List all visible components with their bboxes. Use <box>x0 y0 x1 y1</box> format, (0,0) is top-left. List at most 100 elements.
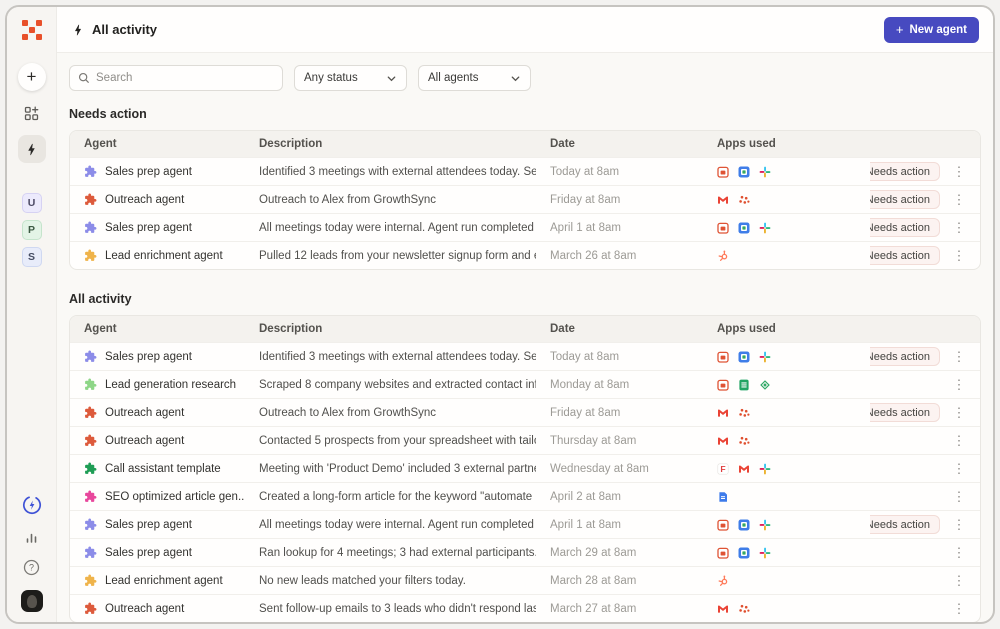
table-row[interactable]: SEO optimized article gen...Created a lo… <box>70 482 980 510</box>
row-menu-icon[interactable]: ⋮ <box>950 191 968 209</box>
table-row[interactable]: Outreach agentSent follow-up emails to 3… <box>70 594 980 622</box>
search-input[interactable] <box>96 72 274 84</box>
table-row[interactable]: Lead generation researchScraped 8 compan… <box>70 370 980 398</box>
activity-bolt-icon <box>71 23 85 37</box>
app-window: + U P S <box>5 5 995 624</box>
run-date: April 1 at 8am <box>536 519 703 531</box>
agent-puzzle-icon <box>84 221 97 234</box>
row-menu-icon[interactable]: ⋮ <box>950 376 968 394</box>
slack-app-icon <box>759 519 771 531</box>
row-menu-icon[interactable]: ⋮ <box>950 488 968 506</box>
usage-chart-icon[interactable] <box>24 530 39 550</box>
column-header: Description <box>245 138 536 150</box>
sidebar-item-s[interactable]: S <box>22 247 42 267</box>
calendar-app-icon <box>717 222 729 234</box>
row-menu-icon[interactable]: ⋮ <box>950 219 968 237</box>
search-box <box>69 65 283 91</box>
row-menu-icon[interactable]: ⋮ <box>950 432 968 450</box>
agent-puzzle-icon <box>84 249 97 262</box>
table-row[interactable]: Outreach agentOutreach to Alex from Grow… <box>70 398 980 426</box>
calendar-app-icon <box>717 519 729 531</box>
agent-puzzle-icon <box>84 193 97 206</box>
apps-used <box>703 547 870 559</box>
row-menu-icon[interactable]: ⋮ <box>950 247 968 265</box>
apps-used <box>703 222 870 234</box>
run-date: Thursday at 8am <box>536 435 703 447</box>
section-title: Needs action <box>69 107 981 121</box>
search-icon <box>78 72 90 84</box>
boost-bolt-icon[interactable] <box>21 494 43 521</box>
docs-app-icon <box>738 166 750 178</box>
run-date: March 28 at 8am <box>536 575 703 587</box>
row-menu-icon[interactable]: ⋮ <box>950 163 968 181</box>
help-icon[interactable]: ? <box>23 559 40 581</box>
user-avatar[interactable] <box>21 590 43 612</box>
row-menu-icon[interactable]: ⋮ <box>950 572 968 590</box>
table-row[interactable]: Sales prep agentIdentified 3 meetings wi… <box>70 342 980 370</box>
run-date: March 29 at 8am <box>536 547 703 559</box>
table-row[interactable]: Sales prep agentRan lookup for 4 meeting… <box>70 538 980 566</box>
table-row[interactable]: Sales prep agentAll meetings today were … <box>70 510 980 538</box>
row-menu-icon[interactable]: ⋮ <box>950 600 968 618</box>
table-row[interactable]: Call assistant templateMeeting with 'Pro… <box>70 454 980 482</box>
dots-app-icon <box>738 407 750 419</box>
run-date: Today at 8am <box>536 351 703 363</box>
status-filter-select[interactable]: Any status <box>294 65 407 91</box>
agent-puzzle-icon <box>84 490 97 503</box>
sidebar-item-u[interactable]: U <box>22 193 42 213</box>
sidebar-item-p[interactable]: P <box>22 220 42 240</box>
section-title: All activity <box>69 292 981 306</box>
new-agent-button[interactable]: + New agent <box>884 17 979 43</box>
agent-name: Sales prep agent <box>105 222 192 234</box>
agents-filter-value: All agents <box>428 72 479 84</box>
agent-puzzle-icon <box>84 434 97 447</box>
table-row[interactable]: Lead enrichment agentNo new leads matche… <box>70 566 980 594</box>
apps-used <box>703 519 870 531</box>
run-description: Created a long-form article for the keyw… <box>245 491 536 503</box>
gmail-app-icon <box>717 194 729 206</box>
apps-used <box>703 166 870 178</box>
table-row[interactable]: Outreach agentContacted 5 prospects from… <box>70 426 980 454</box>
run-date: March 26 at 8am <box>536 250 703 262</box>
agent-name: Outreach agent <box>105 407 184 419</box>
run-description: Ran lookup for 4 meetings; 3 had externa… <box>245 547 536 559</box>
svg-text:?: ? <box>29 563 34 573</box>
slack-app-icon <box>759 351 771 363</box>
table-row[interactable]: Sales prep agentIdentified 3 meetings wi… <box>70 157 980 185</box>
activity-bolt-nav-item[interactable] <box>18 135 46 163</box>
app-logo-icon[interactable] <box>21 19 43 41</box>
templates-grid-icon[interactable] <box>18 99 46 127</box>
fireflies-app-icon: F <box>717 463 729 475</box>
gmail-app-icon <box>717 407 729 419</box>
dots-app-icon <box>738 194 750 206</box>
needs-action-badge: Needs action <box>870 162 940 181</box>
row-menu-icon[interactable]: ⋮ <box>950 460 968 478</box>
row-menu-icon[interactable]: ⋮ <box>950 404 968 422</box>
agents-filter-select[interactable]: All agents <box>418 65 531 91</box>
agent-name: Sales prep agent <box>105 519 192 531</box>
run-description: Scraped 8 company websites and extracted… <box>245 379 536 391</box>
all-activity-section: All activity AgentDescriptionDateApps us… <box>69 292 981 622</box>
bluedoc-app-icon <box>717 491 729 503</box>
run-description: All meetings today were internal. Agent … <box>245 222 536 234</box>
row-menu-icon[interactable]: ⋮ <box>950 516 968 534</box>
agent-puzzle-icon <box>84 350 97 363</box>
agent-puzzle-icon <box>84 378 97 391</box>
gmail-app-icon <box>717 435 729 447</box>
table-row[interactable]: Outreach agentOutreach to Alex from Grow… <box>70 185 980 213</box>
run-date: Monday at 8am <box>536 379 703 391</box>
needs-action-badge: Needs action <box>870 190 940 209</box>
agent-name: Outreach agent <box>105 603 184 615</box>
table-header-row: AgentDescriptionDateApps used <box>70 131 980 157</box>
table-row[interactable]: Sales prep agent All meetings today were … <box>70 213 980 241</box>
table-row[interactable]: Lead enrichment agentPulled 12 leads fro… <box>70 241 980 269</box>
new-item-plus-button[interactable]: + <box>18 63 46 91</box>
needs-action-section: Needs action AgentDescriptionDateApps us… <box>69 107 981 270</box>
run-date: April 1 at 8am <box>536 222 703 234</box>
agent-name: Outreach agent <box>105 194 184 206</box>
apps-used <box>703 603 870 615</box>
row-menu-icon[interactable]: ⋮ <box>950 348 968 366</box>
row-menu-icon[interactable]: ⋮ <box>950 544 968 562</box>
agent-name: Sales prep agent <box>105 166 192 178</box>
slack-app-icon <box>759 166 771 178</box>
